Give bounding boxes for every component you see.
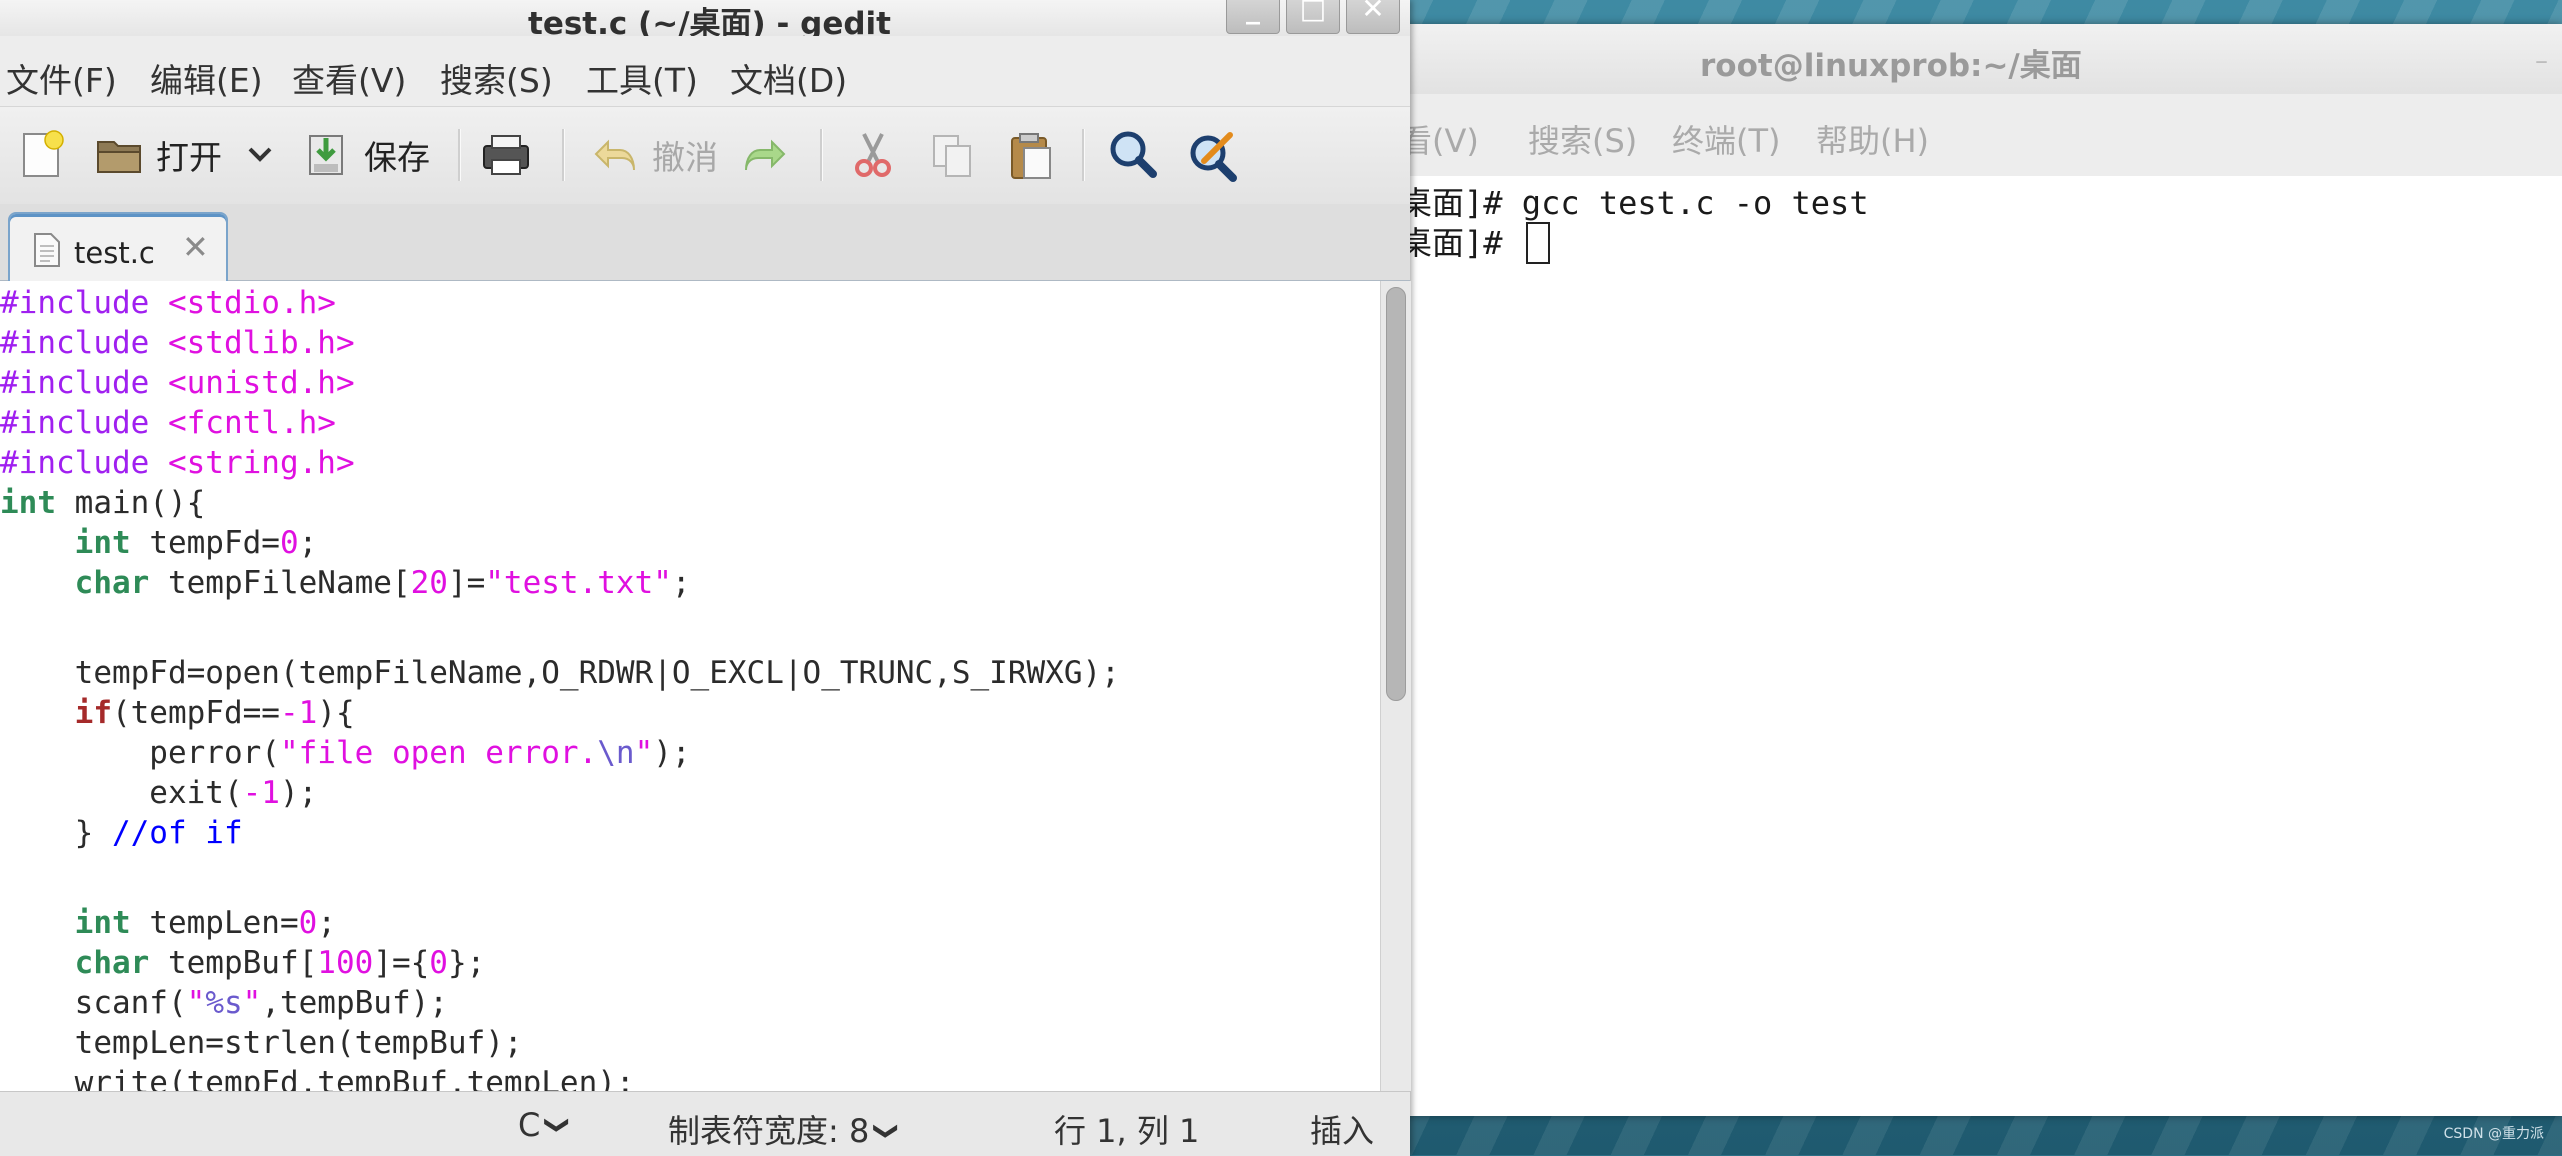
terminal-menu-search[interactable]: 搜索(S) [1528,116,1637,162]
menu-search[interactable]: 搜索(S) [440,54,553,102]
cursor-position: 行 1, 列 1 [1054,1112,1200,1150]
gedit-window[interactable]: test.c (~/桌面) - gedit _ □ ✕ 文件(F) 编辑(E) … [0,0,1411,1156]
tab-width-label: 制表符宽度: 8 [668,1112,870,1150]
minimize-button[interactable]: _ [1226,0,1280,34]
save-icon [309,135,343,175]
open-button-label: 打开 [156,138,222,177]
code-line[interactable]: int tempFd=0; [0,523,318,563]
gedit-toolbar: 打开 保存 撤消 [0,106,1410,206]
new-document-icon [23,130,64,177]
toolbar-separator [1082,129,1085,181]
code-line[interactable]: char tempFileName[20]="test.txt"; [0,563,691,603]
terminal-prompt-line[interactable]: 桌面]# [1400,218,1550,266]
code-line[interactable]: #include <string.h> [0,443,355,483]
code-line[interactable]: int tempLen=0; [0,903,336,943]
print-button[interactable] [478,125,534,185]
undo-icon [594,139,635,171]
code-line[interactable]: tempFd=open(tempFileName,O_RDWR|O_EXCL|O… [0,653,1120,693]
terminal-menubar: 看(V) 搜索(S) 终端(T) 帮助(H) [1400,94,2562,177]
open-button[interactable]: 打开 [92,125,222,185]
document-tabbar: test.c ✕ [0,204,1410,284]
scrollbar-thumb[interactable] [1386,287,1406,701]
save-button[interactable]: 保存 [300,125,430,185]
maximize-button[interactable]: □ [1286,0,1340,34]
code-line[interactable]: char tempBuf[100]={0}; [0,943,486,983]
toolbar-separator [562,129,565,181]
watermark: CSDN @重力派 [2443,1126,2544,1142]
tab-test-c[interactable]: test.c ✕ [8,212,228,284]
find-button[interactable] [1104,125,1160,185]
terminal-menu-help[interactable]: 帮助(H) [1816,116,1929,162]
open-folder-icon [97,141,141,173]
terminal-window[interactable]: root@linuxprob:~/桌面 – 看(V) 搜索(S) 终端(T) 帮… [1400,24,2562,1116]
code-line[interactable]: exit(-1); [0,773,317,813]
code-line[interactable]: perror("file open error.\n"); [0,733,690,773]
chevron-down-icon [248,147,272,162]
menu-view[interactable]: 查看(V) [292,54,406,102]
terminal-prompt: 桌面]# [1400,224,1522,262]
paste-icon [1011,133,1051,179]
toolbar-separator [458,129,461,181]
menu-tools[interactable]: 工具(T) [586,54,698,102]
search-icon [1110,131,1157,178]
gedit-statusbar: C ❯ 制表符宽度: 8 ❯ 行 1, 列 1 插入 [0,1091,1410,1156]
code-line[interactable]: write(tempFd,tempBuf,tempLen); [0,1063,635,1091]
gedit-titlebar[interactable]: test.c (~/桌面) - gedit _ □ ✕ [0,0,1410,42]
cut-icon [855,133,891,177]
open-recent-dropdown[interactable] [240,125,280,185]
code-line[interactable]: scanf("%s",tempBuf); [0,983,448,1023]
terminal-output[interactable]: 桌面]# gcc test.c -o test 桌面]# [1400,176,2562,1116]
vertical-scrollbar[interactable] [1380,281,1411,1091]
terminal-minimize-button[interactable]: – [2535,46,2548,76]
code-line[interactable]: #include <fcntl.h> [0,403,336,443]
toolbar-separator [820,129,823,181]
code-line[interactable]: if(tempFd==-1){ [0,693,355,733]
cut-button[interactable] [846,125,900,185]
terminal-titlebar[interactable]: root@linuxprob:~/桌面 – [1400,24,2562,95]
print-icon [483,135,529,175]
code-line[interactable]: tempLen=strlen(tempBuf); [0,1023,523,1063]
terminal-cursor [1525,222,1550,264]
desktop-decoration-top [1400,0,2562,24]
tab-width-selector[interactable]: 制表符宽度: 8 ❯ [668,1106,901,1152]
close-window-button[interactable]: ✕ [1346,0,1400,34]
terminal-menu-view[interactable]: 看(V) [1400,116,1479,162]
tab-label: test.c [74,236,155,270]
language-label: C [518,1106,541,1144]
code-line[interactable]: #include <unistd.h> [0,363,355,403]
code-line[interactable]: #include <stdlib.h> [0,323,355,363]
code-editor[interactable]: #include <stdio.h> #include <stdlib.h> #in… [0,281,1380,1091]
undo-button-label: 撤消 [652,138,718,177]
close-icon[interactable]: ✕ [182,228,209,266]
terminal-title: root@linuxprob:~/桌面 [1700,48,2082,84]
paste-button[interactable] [1004,125,1058,185]
language-selector[interactable]: C ❯ [518,1106,572,1144]
replace-button[interactable] [1184,125,1240,185]
code-line[interactable]: #include <stdio.h> [0,283,336,323]
copy-icon [933,135,971,177]
desktop-decoration-bottom [1400,1110,2562,1155]
save-button-label: 保存 [364,138,430,177]
terminal-menu-terminal[interactable]: 终端(T) [1672,116,1781,162]
menu-documents[interactable]: 文档(D) [730,54,847,102]
copy-button[interactable] [926,125,980,185]
menu-edit[interactable]: 编辑(E) [150,54,263,102]
gedit-menubar: 文件(F) 编辑(E) 查看(V) 搜索(S) 工具(T) 文档(D) [0,36,1410,106]
document-icon [34,233,60,267]
code-line[interactable]: } //of if [0,813,243,853]
chevron-down-icon: ❯ [873,1120,902,1142]
menu-file[interactable]: 文件(F) [6,54,117,102]
chevron-down-icon: ❯ [544,1114,573,1136]
code-line[interactable]: int main(){ [0,483,205,523]
redo-icon [745,139,786,171]
new-document-button[interactable] [14,125,68,185]
undo-button[interactable]: 撤消 [588,125,718,185]
insert-mode: 插入 [1310,1112,1375,1150]
replace-icon [1190,132,1237,182]
redo-button[interactable] [738,125,792,185]
